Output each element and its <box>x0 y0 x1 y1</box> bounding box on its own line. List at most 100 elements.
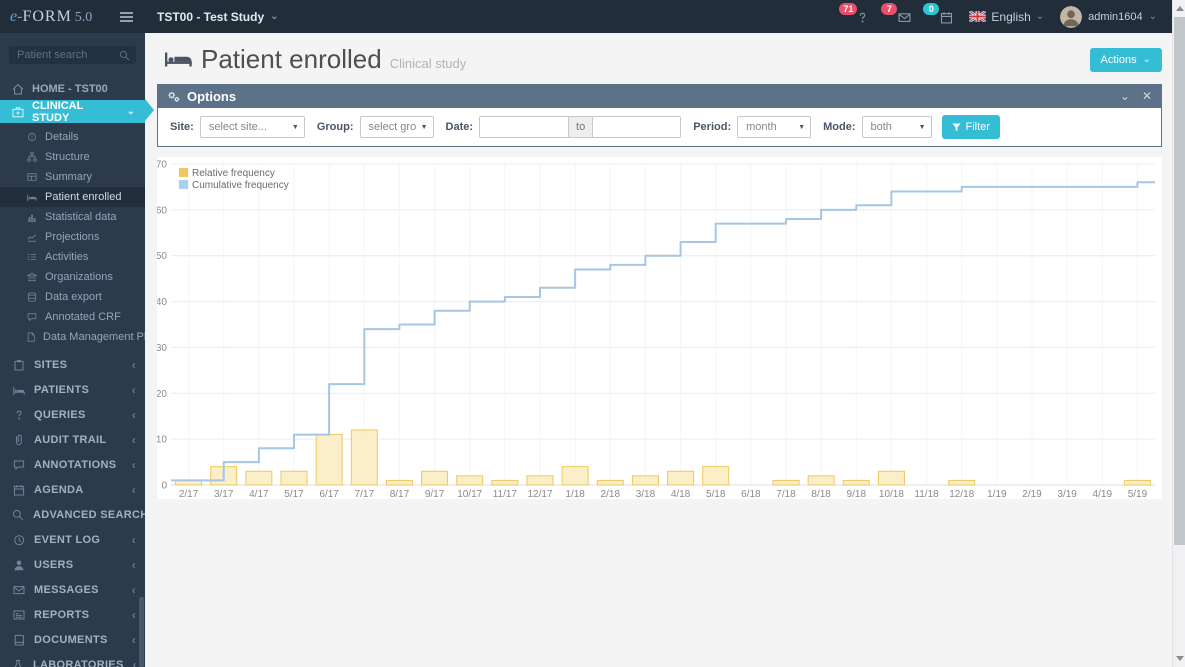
chevron-left-icon: ‹ <box>131 457 136 472</box>
chevron-down-icon: ⌄ <box>1148 11 1157 22</box>
main-content: Patient enrolled Clinical study Actions … <box>145 33 1185 667</box>
site-select[interactable]: select site... ▼ <box>199 116 305 138</box>
svg-text:11/18: 11/18 <box>914 489 939 499</box>
svg-text:1/19: 1/19 <box>987 489 1007 499</box>
sidebar-subitem-summary[interactable]: Summary <box>0 167 145 187</box>
svg-text:Cumulative frequency: Cumulative frequency <box>192 180 289 191</box>
language-label: English <box>991 9 1031 24</box>
svg-text:40: 40 <box>157 297 167 308</box>
sidebar-item-queries[interactable]: QUERIES ‹ <box>0 402 145 427</box>
sidebar: HOME - TST00 CLINICAL STUDY ⌄ Details Str… <box>0 33 145 667</box>
select-arrow-icon: ▼ <box>798 124 806 131</box>
sidebar-item-advanced-search[interactable]: ADVANCED SEARCH‹ <box>0 502 145 527</box>
sidebar-item-messages[interactable]: MESSAGES ‹ <box>0 577 145 602</box>
sidebar-subitem-data-export[interactable]: Data export <box>0 287 145 307</box>
actions-button[interactable]: Actions ⌄ <box>1089 47 1162 72</box>
svg-text:6/18: 6/18 <box>741 489 761 499</box>
svg-text:9/18: 9/18 <box>847 489 867 499</box>
group-select-value: select group... <box>368 121 417 133</box>
actions-label: Actions <box>1100 53 1137 66</box>
sidebar-item-patients[interactable]: PATIENTS ‹ <box>0 377 145 402</box>
sidebar-subitem-statistical-data[interactable]: Statistical data <box>0 207 145 227</box>
date-to-input[interactable] <box>593 116 682 138</box>
period-select[interactable]: month ▼ <box>737 116 812 138</box>
svg-text:60: 60 <box>157 205 167 216</box>
sidebar-subitem-annotated-crf[interactable]: Annotated CRF <box>0 307 145 327</box>
app-logo: e-FORM 5.0 <box>10 8 92 26</box>
notification-question[interactable]: 71 <box>839 2 869 29</box>
mode-select[interactable]: both ▼ <box>861 116 932 138</box>
period-select-value: month <box>746 121 777 133</box>
subitem-label: Statistical data <box>45 211 117 223</box>
study-selector-label: TST00 - Test Study <box>157 9 265 24</box>
language-selector[interactable]: English ⌄ <box>969 10 1044 24</box>
select-arrow-icon: ▼ <box>420 124 428 131</box>
sidebar-subitem-data-management-plan[interactable]: Data Management Plan <box>0 327 145 347</box>
sidebar-subitem-patient-enrolled[interactable]: Patient enrolled <box>0 187 145 207</box>
svg-text:10: 10 <box>157 435 167 446</box>
notification-envelope[interactable]: 7 <box>881 2 911 29</box>
sidebar-subitem-structure[interactable]: Structure <box>0 147 145 167</box>
sidebar-item-sites[interactable]: SITES ‹ <box>0 352 145 377</box>
sitemap-icon <box>26 152 38 162</box>
scroll-down-icon[interactable] <box>1176 656 1184 661</box>
svg-text:1/18: 1/18 <box>565 489 585 499</box>
sidebar-item-reports[interactable]: REPORTS ‹ <box>0 602 145 627</box>
subitem-label: Projections <box>45 231 100 243</box>
sidebar-item-home[interactable]: HOME - TST00 <box>0 77 145 100</box>
nav-item-label: PATIENTS <box>34 383 90 396</box>
nav-item-label: AGENDA <box>34 483 84 496</box>
sidebar-item-laboratories[interactable]: LABORATORIES ‹ <box>0 652 145 667</box>
svg-text:8/17: 8/17 <box>390 489 410 499</box>
calendar-icon <box>940 11 953 29</box>
chevron-left-icon: ‹ <box>131 632 136 647</box>
search-icon <box>12 509 24 521</box>
sidebar-subitem-organizations[interactable]: Organizations <box>0 267 145 287</box>
collapse-panel-icon[interactable]: ⌄ <box>1120 90 1130 102</box>
sidebar-item-agenda[interactable]: AGENDA ‹ <box>0 477 145 502</box>
sidebar-item-clinical-study[interactable]: CLINICAL STUDY ⌄ <box>0 100 145 124</box>
search-icon[interactable] <box>119 48 130 66</box>
svg-text:2/18: 2/18 <box>601 489 621 499</box>
svg-text:2/19: 2/19 <box>1022 489 1042 499</box>
svg-text:7/18: 7/18 <box>776 489 796 499</box>
study-selector[interactable]: TST00 - Test Study ⌄ <box>157 10 279 24</box>
nav-item-label: EVENT LOG <box>34 533 101 546</box>
topbar: e-FORM 5.0 TST00 - Test Study ⌄ 71 7 0 Engl… <box>0 0 1185 33</box>
sidebar-scrollbar-thumb[interactable] <box>139 597 144 667</box>
sidebar-subitem-details[interactable]: Details <box>0 127 145 147</box>
period-label: Period: <box>693 121 732 133</box>
svg-text:5/18: 5/18 <box>706 489 726 499</box>
scroll-up-icon[interactable] <box>1176 6 1184 11</box>
svg-text:4/18: 4/18 <box>671 489 691 499</box>
sidebar-item-documents[interactable]: DOCUMENTS ‹ <box>0 627 145 652</box>
subitem-label: Structure <box>45 151 90 163</box>
sidebar-item-event-log[interactable]: EVENT LOG ‹ <box>0 527 145 552</box>
sidebar-subitem-activities[interactable]: Activities <box>0 247 145 267</box>
filter-button[interactable]: Filter <box>941 115 1000 139</box>
page-scrollbar[interactable] <box>1172 0 1185 667</box>
hamburger-menu-icon[interactable] <box>120 11 133 22</box>
date-from-input[interactable] <box>479 116 570 138</box>
svg-text:3/19: 3/19 <box>1057 489 1077 499</box>
svg-text:6/17: 6/17 <box>319 489 339 499</box>
group-select[interactable]: select group... ▼ <box>359 116 434 138</box>
sidebar-item-audit-trail[interactable]: AUDIT TRAIL ‹ <box>0 427 145 452</box>
page-scrollbar-thumb[interactable] <box>1174 17 1185 545</box>
nav-item-label: USERS <box>34 558 74 571</box>
patient-search-input[interactable] <box>9 46 136 64</box>
user-menu[interactable]: admin1604 ⌄ <box>1060 5 1157 28</box>
options-panel: Options ⌄ ✕ Site: select site... ▼ Group… <box>157 84 1162 147</box>
sidebar-item-users[interactable]: USERS ‹ <box>0 552 145 577</box>
close-panel-icon[interactable]: ✕ <box>1142 90 1152 102</box>
svg-text:70: 70 <box>157 160 167 171</box>
select-arrow-icon: ▼ <box>918 124 926 131</box>
notification-calendar[interactable]: 0 <box>923 2 953 29</box>
svg-text:11/17: 11/17 <box>493 489 518 499</box>
svg-text:4/19: 4/19 <box>1093 489 1113 499</box>
logo-prefix: e- <box>10 7 23 25</box>
chevron-down-icon: ⌄ <box>1035 11 1045 22</box>
sidebar-item-annotations[interactable]: ANNOTATIONS ‹ <box>0 452 145 477</box>
sidebar-subitem-projections[interactable]: Projections <box>0 227 145 247</box>
logo-version: 5.0 <box>74 9 93 25</box>
